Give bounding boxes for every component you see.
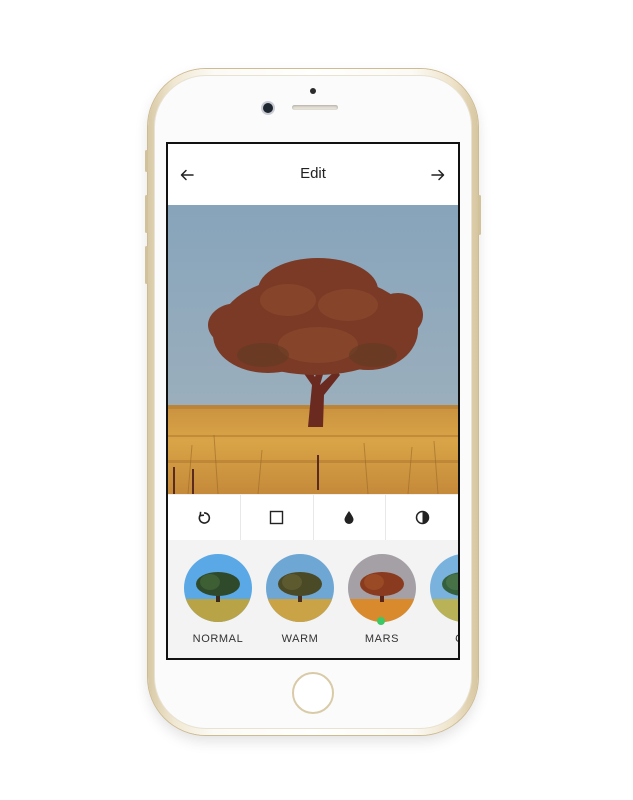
filter-label: CO bbox=[428, 633, 458, 645]
selected-indicator bbox=[377, 617, 385, 625]
home-button[interactable] bbox=[292, 672, 334, 714]
mute-switch bbox=[145, 150, 148, 172]
square-crop-icon bbox=[269, 510, 284, 525]
filter-thumbnail bbox=[266, 554, 334, 622]
earpiece-speaker bbox=[292, 105, 338, 110]
filter-mars[interactable]: MARS bbox=[346, 554, 418, 645]
volume-up-button bbox=[145, 195, 148, 233]
filter-carousel[interactable]: NORMAL WARM MARS bbox=[168, 540, 458, 658]
tree-thumbnail bbox=[348, 554, 416, 622]
filter-thumbnail bbox=[430, 554, 458, 622]
proximity-sensor bbox=[310, 88, 316, 94]
volume-down-button bbox=[145, 246, 148, 284]
power-button bbox=[478, 195, 481, 235]
saturation-tool-button[interactable] bbox=[314, 495, 387, 540]
filter-label: MARS bbox=[364, 633, 400, 645]
photo-preview[interactable] bbox=[168, 205, 458, 494]
tree-thumbnail bbox=[184, 554, 252, 622]
filter-thumbnail bbox=[348, 554, 416, 622]
filter-warm[interactable]: WARM bbox=[264, 554, 336, 645]
crop-tool-button[interactable] bbox=[241, 495, 314, 540]
tree-thumbnail bbox=[266, 554, 334, 622]
edit-header: Edit bbox=[168, 144, 458, 205]
tree-thumbnail bbox=[430, 554, 458, 622]
rotate-icon bbox=[198, 511, 210, 524]
filter-normal[interactable]: NORMAL bbox=[182, 554, 254, 645]
forward-button[interactable] bbox=[427, 164, 449, 186]
tree-photo bbox=[168, 205, 458, 494]
page-title: Edit bbox=[300, 165, 326, 182]
rotate-tool-button[interactable] bbox=[168, 495, 241, 540]
app-screen: Edit NORMAL WARM MARS bbox=[166, 142, 460, 660]
droplet-icon bbox=[344, 511, 354, 524]
filter-label: WARM bbox=[281, 633, 319, 645]
contrast-icon bbox=[415, 510, 429, 525]
filter-thumbnail bbox=[184, 554, 252, 622]
arrow-right-icon bbox=[431, 169, 445, 181]
filter-co[interactable]: CO bbox=[428, 554, 458, 645]
contrast-tool-button[interactable] bbox=[386, 495, 458, 540]
front-camera bbox=[263, 103, 273, 113]
filter-label: NORMAL bbox=[192, 633, 244, 645]
edit-toolbar bbox=[168, 494, 458, 541]
